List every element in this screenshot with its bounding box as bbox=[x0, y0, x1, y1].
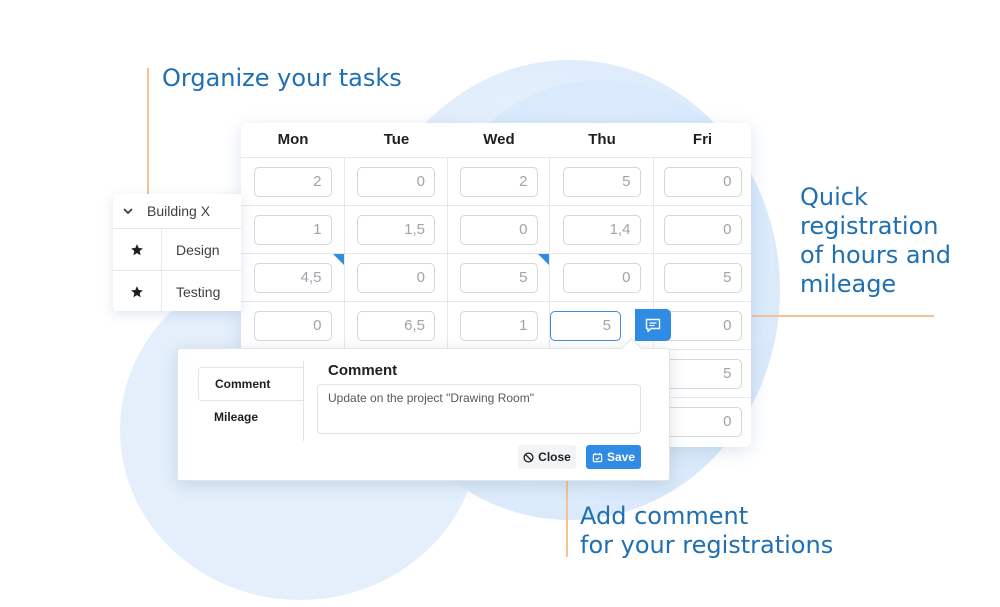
hours-input[interactable]: 0 bbox=[357, 262, 435, 293]
grid-cell: 0 bbox=[550, 254, 654, 301]
comment-indicator bbox=[333, 254, 344, 265]
close-button[interactable]: Close bbox=[518, 445, 576, 469]
grid-cell: 0 bbox=[345, 158, 448, 205]
hours-input[interactable]: 5 bbox=[459, 262, 538, 293]
hours-input[interactable]: 1 bbox=[459, 310, 538, 341]
popup-divider bbox=[303, 361, 304, 441]
hours-input[interactable]: 6,5 bbox=[357, 310, 435, 341]
grid-cell: 5 bbox=[550, 302, 671, 349]
grid-cell: 1 bbox=[448, 302, 550, 349]
comment-icon bbox=[645, 318, 661, 332]
hours-input[interactable]: 0 bbox=[663, 310, 742, 341]
task-item-label: Design bbox=[176, 241, 220, 258]
popup-tabs: Comment Mileage bbox=[198, 367, 303, 433]
grid-row: 1 1,5 0 1,4 0 bbox=[241, 205, 751, 253]
tab-mileage[interactable]: Mileage bbox=[198, 401, 303, 433]
hours-input[interactable]: 4,5 bbox=[253, 262, 332, 293]
popup-title: Comment bbox=[328, 362, 398, 379]
comment-popup: Comment Mileage Comment Update on the pr… bbox=[177, 337, 670, 481]
hours-input[interactable]: 1 bbox=[253, 214, 332, 245]
day-header: Fri bbox=[692, 131, 713, 148]
callout-quick-registration: Quick registration of hours and mileage bbox=[800, 183, 952, 298]
comment-indicator bbox=[538, 254, 549, 265]
hours-input[interactable]: 0 bbox=[663, 406, 742, 437]
day-header: Mon bbox=[277, 131, 309, 148]
task-item-design[interactable]: Design bbox=[113, 229, 241, 271]
comment-textarea[interactable]: Update on the project "Drawing Room" bbox=[317, 384, 641, 434]
grid-cell: 0 bbox=[654, 206, 751, 253]
grid-cell: 0 bbox=[448, 206, 550, 253]
grid-cell: 6,5 bbox=[345, 302, 448, 349]
grid-cell: 4,5 bbox=[241, 254, 345, 301]
comment-button[interactable] bbox=[635, 309, 671, 341]
hours-input[interactable]: 2 bbox=[459, 166, 538, 197]
grid-cell: 1 bbox=[241, 206, 345, 253]
ban-icon bbox=[523, 451, 534, 463]
grid-cell: 2 bbox=[241, 158, 345, 205]
hours-input[interactable]: 0 bbox=[663, 166, 742, 197]
day-header: Wed bbox=[483, 131, 515, 148]
chevron-down-icon bbox=[113, 207, 143, 215]
grid-cell: 1,4 bbox=[550, 206, 654, 253]
hours-input[interactable]: 0 bbox=[562, 262, 641, 293]
grid-cell: 0 bbox=[654, 158, 751, 205]
hours-input[interactable]: 1,5 bbox=[357, 214, 435, 245]
callout-organize: Organize your tasks bbox=[162, 64, 402, 92]
tab-comment[interactable]: Comment bbox=[198, 367, 303, 401]
close-button-label: Close bbox=[538, 450, 571, 464]
day-header: Tue bbox=[383, 131, 410, 148]
grid-row: 20250 bbox=[241, 157, 751, 205]
star-icon[interactable] bbox=[113, 229, 162, 270]
hours-input[interactable]: 5 bbox=[663, 262, 742, 293]
hours-input[interactable]: 2 bbox=[253, 166, 332, 197]
hours-input[interactable]: 0 bbox=[459, 214, 538, 245]
grid-cell: 5 bbox=[654, 254, 751, 301]
star-icon[interactable] bbox=[113, 271, 162, 312]
save-button[interactable]: Save bbox=[586, 445, 641, 469]
grid-row: 0 6,5 1 5 0 bbox=[241, 301, 751, 349]
callout-line bbox=[752, 315, 934, 317]
calendar-check-icon bbox=[592, 452, 603, 462]
task-list: Building X Design Testing bbox=[113, 194, 241, 312]
grid-cell: 2 bbox=[448, 158, 550, 205]
hours-input[interactable]: 5 bbox=[550, 310, 621, 341]
day-header: Thu bbox=[588, 131, 616, 148]
callout-line bbox=[147, 68, 149, 194]
hours-input[interactable]: 0 bbox=[253, 310, 332, 341]
grid-cell: 0 bbox=[241, 302, 345, 349]
hours-input[interactable]: 0 bbox=[357, 166, 435, 197]
grid-cell: 5 bbox=[550, 158, 654, 205]
hours-input[interactable]: 1,4 bbox=[562, 214, 641, 245]
hours-input[interactable]: 0 bbox=[663, 214, 742, 245]
grid-cell: 0 bbox=[345, 254, 448, 301]
hours-input[interactable]: 5 bbox=[562, 166, 641, 197]
grid-cell: 5 bbox=[448, 254, 550, 301]
grid-row: 4,5 0 5 0 5 bbox=[241, 253, 751, 301]
task-group-building-x[interactable]: Building X bbox=[113, 194, 241, 229]
save-button-label: Save bbox=[606, 450, 636, 464]
grid-cell: 1,5 bbox=[345, 206, 448, 253]
task-group-label: Building X bbox=[147, 203, 211, 219]
task-item-label: Testing bbox=[176, 283, 221, 300]
hours-input[interactable]: 5 bbox=[663, 358, 742, 389]
callout-add-comment: Add comment for your registrations bbox=[580, 502, 834, 559]
task-item-testing[interactable]: Testing bbox=[113, 271, 241, 312]
callout-line bbox=[566, 479, 568, 557]
grid-header: Mon Tue Wed Thu Fri bbox=[241, 123, 751, 157]
